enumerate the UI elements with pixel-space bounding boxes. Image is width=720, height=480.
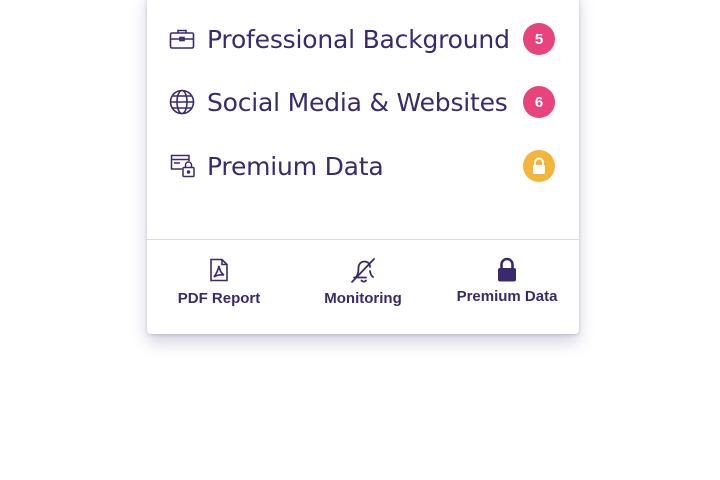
menu-item-label: Social Media & Websites	[207, 87, 508, 117]
premium-data-label: Premium Data	[456, 288, 558, 305]
menu-item-label: Professional Background	[207, 24, 510, 54]
briefcase-icon	[169, 25, 197, 53]
monitoring-label: Monitoring	[324, 290, 402, 307]
pdf-report-button[interactable]: PDF Report	[147, 240, 291, 334]
globe-icon	[169, 88, 197, 116]
report-card: Professional Background 5 Social Media &…	[147, 0, 579, 334]
premium-data-button[interactable]: Premium Data	[435, 240, 579, 334]
category-list: Professional Background 5 Social Media &…	[147, 0, 579, 240]
bell-off-icon	[348, 256, 378, 284]
lock-icon	[533, 157, 545, 174]
page: Professional Background 5 Social Media &…	[0, 0, 720, 480]
footer-actions: PDF Report Monitoring Premium Data	[147, 240, 579, 334]
menu-item-label: Premium Data	[207, 151, 384, 181]
monitoring-button[interactable]: Monitoring	[291, 240, 435, 334]
pdf-report-label: PDF Report	[177, 290, 261, 307]
menu-item-professional-background[interactable]: Professional Background 5	[169, 19, 559, 59]
count-badge: 6	[523, 86, 555, 118]
count-badge: 5	[523, 23, 555, 55]
menu-item-social-media[interactable]: Social Media & Websites 6	[169, 82, 559, 122]
lock-badge	[523, 150, 555, 182]
locked-card-icon	[169, 152, 197, 180]
menu-item-premium-data[interactable]: Premium Data	[169, 146, 559, 186]
pdf-icon	[209, 256, 229, 284]
lock-icon	[496, 256, 518, 284]
